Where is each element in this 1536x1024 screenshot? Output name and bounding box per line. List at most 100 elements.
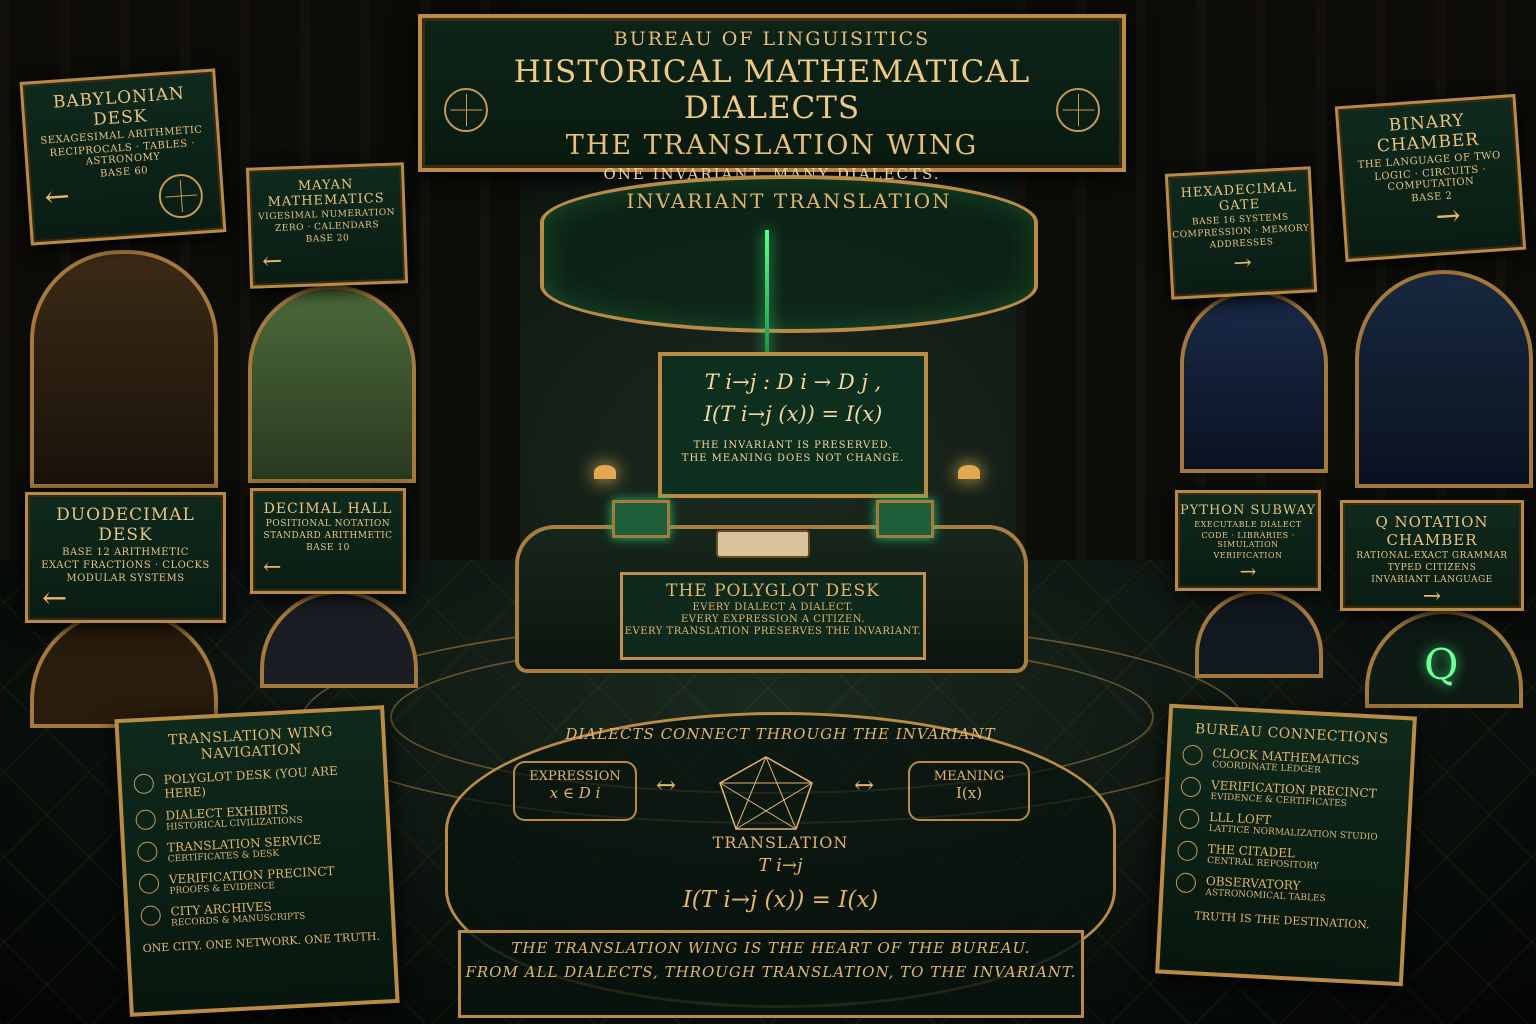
nav-item-lll-loft[interactable]: LLL LOFT LATTICE NORMALIZATION STUDIO (1178, 808, 1396, 843)
archive-icon (140, 905, 162, 927)
ring-title: INVARIANT TRANSLATION (626, 189, 952, 213)
footer-line-2: FROM ALL DIALECTS, THROUGH TRANSLATION, … (465, 963, 1077, 981)
nav-item-verification-precinct[interactable]: VERIFICATION PRECINCT PROOFS & EVIDENCE (138, 862, 378, 898)
desk-line-3: EVERY TRANSLATION PRESERVES THE INVARIAN… (624, 626, 922, 637)
sign-line: STANDARD ARITHMETIC (263, 531, 393, 541)
footer-plate: THE TRANSLATION WING IS THE HEART OF THE… (458, 930, 1084, 1018)
nav-left-footer: ONE CITY. ONE NETWORK. ONE TRUTH. (142, 929, 381, 956)
arrow-right-icon: → (1239, 559, 1257, 583)
sign-line: BASE 10 (306, 543, 350, 553)
invariant-translation-ring: INVARIANT TRANSLATION (540, 175, 1038, 333)
sign-line: RATIONAL-EXACT GRAMMAR (1356, 551, 1508, 561)
arrow-left-icon: ← (42, 581, 68, 616)
compass-icon (444, 88, 488, 132)
desk-line-2: EVERY EXPRESSION A CITIZEN. (680, 614, 866, 625)
nav-item-clock-mathematics[interactable]: CLOCK MATHEMATICS COORDINATE LEDGER (1182, 744, 1399, 779)
arrow-right-icon: → (1232, 250, 1253, 277)
telescope-icon (1175, 872, 1197, 894)
nav-item-polyglot-desk[interactable]: POLYGLOT DESK (YOU ARE HERE) (133, 762, 372, 802)
bidirectional-arrow-icon: ↔ (656, 771, 677, 799)
sign-line: BASE 12 ARITHMETIC (62, 547, 189, 558)
nav-item-observatory[interactable]: OBSERVATORY ASTRONOMICAL TABLES (1175, 872, 1392, 907)
right-desk-screen[interactable] (876, 500, 934, 538)
sign-line: POSITIONAL NOTATION (265, 519, 391, 529)
board-note-2: THE MEANING DOES NOT CHANGE. (681, 453, 905, 464)
medallion-title: DIALECTS CONNECT THROUGH THE INVARIANT (565, 725, 996, 743)
left-lamp-icon (594, 465, 616, 479)
castle-icon (1177, 840, 1199, 862)
formula-board: T i→j : D i → D j , I(T i→j (x)) = I(x) … (658, 352, 928, 498)
polyhedron-icon (719, 756, 813, 830)
mayan-archway[interactable] (248, 285, 416, 483)
sign-python-subway[interactable]: PYTHON SUBWAY EXECUTABLE DIALECT CODE · … (1175, 490, 1321, 591)
scroll-icon (136, 841, 158, 863)
nav-right-title: BUREAU CONNECTIONS (1194, 721, 1390, 748)
nav-item-dialect-exhibits[interactable]: DIALECT EXHIBITS HISTORICAL CIVILIZATION… (135, 798, 374, 834)
page-title: HISTORICAL MATHEMATICAL DIALECTS (513, 54, 1031, 126)
arrow-left-icon: ← (261, 246, 283, 276)
sign-title: DECIMAL HALL (263, 501, 393, 517)
compass-icon (1056, 88, 1100, 132)
nav-left-title: TRANSLATION WING NAVIGATION (167, 723, 334, 763)
nav-item-label: POLYGLOT DESK (YOU ARE HERE) (163, 763, 339, 801)
wing-title: THE TRANSLATION WING (565, 130, 979, 161)
meaning-math: I(x) (955, 784, 983, 802)
nav-item-translation-service[interactable]: TRANSLATION SERVICE CERTIFICATES & DESK (136, 830, 376, 866)
translation-label: TRANSLATION (712, 833, 849, 852)
translation-wing-scene: Q BUREAU OF LINGUISITICS HISTORICAL MATH… (0, 0, 1536, 1024)
binary-archway[interactable] (1355, 270, 1533, 488)
left-desk-screen[interactable] (612, 500, 670, 538)
green-light-beam (765, 230, 769, 360)
nav-right-footer: TRUTH IS THE DESTINATION. (1194, 909, 1370, 932)
star-icon (133, 773, 155, 795)
sign-title: Q NOTATION CHAMBER (1375, 513, 1489, 549)
polyglot-desk-plate: THE POLYGLOT DESK EVERY DIALECT A DIALEC… (620, 572, 926, 660)
sign-title: HEXADECIMAL GATE (1180, 180, 1298, 215)
meaning-label: MEANING (933, 769, 1005, 784)
lattice-icon (1178, 808, 1200, 830)
bureau-name: BUREAU OF LINGUISITICS (613, 28, 931, 50)
nav-item-verification-precinct[interactable]: VERIFICATION PRECINCT EVIDENCE & CERTIFI… (1180, 776, 1397, 811)
sign-decimal-hall[interactable]: DECIMAL HALL POSITIONAL NOTATION STANDAR… (250, 488, 406, 594)
bureau-connections: BUREAU CONNECTIONS CLOCK MATHEMATICS COO… (1155, 703, 1417, 987)
sign-title: DUODECIMAL DESK (56, 505, 195, 545)
formula-invariant: I(T i→j (x)) = I(x) (703, 402, 883, 426)
column-icon (135, 809, 157, 831)
sign-title: PYTHON SUBWAY (1179, 503, 1317, 518)
desk-line-1: EVERY DIALECT A DIALECT. (692, 602, 854, 613)
scales-icon (138, 873, 160, 895)
board-note-1: THE INVARIANT IS PRESERVED. (693, 440, 893, 451)
sign-title: MAYAN MATHEMATICS (267, 177, 385, 211)
open-book[interactable] (716, 530, 810, 558)
right-lamp-icon (958, 465, 980, 479)
sign-babylonian-desk[interactable]: BABYLONIAN DESK SEXAGESIMAL ARITHMETIC R… (19, 68, 227, 246)
translation-wing-navigation: TRANSLATION WING NAVIGATION POLYGLOT DES… (114, 705, 400, 1017)
sign-hexadecimal-gate[interactable]: HEXADECIMAL GATE BASE 16 SYSTEMS COMPRES… (1164, 166, 1318, 300)
sign-duodecimal-desk[interactable]: DUODECIMAL DESK BASE 12 ARITHMETIC EXACT… (25, 492, 226, 623)
badge-icon (1180, 776, 1202, 798)
footer-line-1: THE TRANSLATION WING IS THE HEART OF THE… (511, 939, 1031, 957)
q-glyph-glow: Q (1424, 640, 1459, 689)
translation-math: T i→j (758, 855, 803, 876)
sun-icon (1182, 744, 1204, 766)
sign-q-notation-chamber[interactable]: Q NOTATION CHAMBER RATIONAL-EXACT GRAMMA… (1340, 500, 1524, 611)
sign-line: EXACT FRACTIONS · CLOCKS (41, 560, 210, 571)
bidirectional-arrow-icon: ↔ (854, 771, 875, 799)
sign-binary-chamber[interactable]: BINARY CHAMBER THE LANGUAGE OF TWO LOGIC… (1334, 93, 1527, 263)
nav-item-city-archives[interactable]: CITY ARCHIVES RECORDS & MANUSCRIPTS (140, 894, 379, 930)
sign-line: EXECUTABLE DIALECT (1194, 520, 1302, 529)
invariant-equation: I(T i→j (x)) = I(x) (682, 887, 879, 913)
sign-line: CODE · LIBRARIES · SIMULATION (1201, 531, 1295, 549)
meaning-box: MEANING I(x) (908, 761, 1030, 821)
header-banner: BUREAU OF LINGUISITICS HISTORICAL MATHEM… (418, 14, 1126, 183)
babylonian-archway[interactable] (30, 250, 218, 488)
formula-mapping: T i→j : D i → D j , (704, 370, 882, 394)
expression-label: EXPRESSION (529, 769, 621, 784)
sign-mayan-mathematics[interactable]: MAYAN MATHEMATICS VIGESIMAL NUMERATION Z… (245, 162, 409, 289)
expression-box: EXPRESSION x ∈ D i (513, 761, 637, 821)
hexadecimal-archway[interactable] (1180, 290, 1328, 473)
sign-line: TYPED CITIZENS (1387, 563, 1477, 573)
expression-math: x ∈ D i (549, 784, 601, 802)
nav-item-the-citadel[interactable]: THE CITADEL CENTRAL REPOSITORY (1177, 840, 1394, 875)
desk-title: THE POLYGLOT DESK (666, 581, 880, 601)
